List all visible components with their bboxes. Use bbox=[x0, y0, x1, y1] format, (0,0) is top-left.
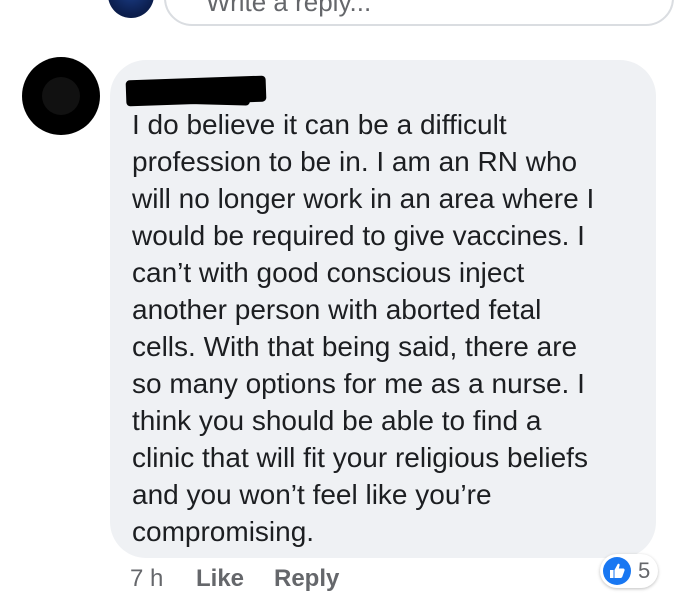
comment-timestamp[interactable]: 7 h bbox=[130, 565, 163, 593]
reply-input[interactable]: Write a reply... bbox=[164, 0, 674, 26]
reaction-summary[interactable]: 5 bbox=[600, 554, 658, 588]
reply-button[interactable]: Reply bbox=[274, 565, 339, 593]
reaction-count: 5 bbox=[638, 558, 651, 583]
like-thumbs-up-icon bbox=[603, 557, 631, 585]
reply-placeholder: Write a reply... bbox=[206, 0, 372, 17]
author-name-redacted[interactable] bbox=[125, 75, 267, 107]
avatar-redaction bbox=[42, 77, 80, 115]
redaction-mark bbox=[129, 86, 251, 106]
commenter-avatar[interactable] bbox=[22, 57, 100, 135]
current-user-avatar bbox=[108, 0, 154, 18]
like-button[interactable]: Like bbox=[196, 565, 244, 593]
comment-text: I do believe it can be a difficult profe… bbox=[132, 109, 595, 547]
comment-bubble: I do believe it can be a difficult profe… bbox=[110, 60, 656, 558]
reply-row: Write a reply... bbox=[0, 0, 700, 40]
